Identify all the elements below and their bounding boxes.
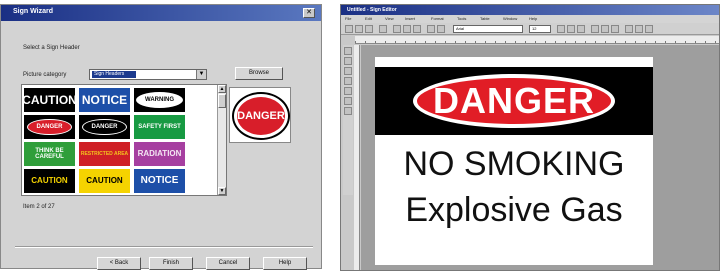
undo-icon[interactable]: [427, 25, 435, 33]
tile-label: RADIATION: [137, 149, 182, 158]
close-icon[interactable]: ✕: [303, 8, 315, 18]
copy-icon[interactable]: [403, 25, 411, 33]
sign-header-tile[interactable]: DANGER: [24, 115, 75, 139]
item-count: Item 2 of 27: [23, 204, 55, 210]
align-center-icon[interactable]: [601, 25, 609, 33]
sign-header-band[interactable]: DANGER: [375, 67, 653, 135]
font-name-input[interactable]: Arial: [453, 25, 523, 33]
sign-wizard-dialog: Sign Wizard ✕ Select a Sign Header Pictu…: [0, 4, 322, 270]
zoom-tool-icon[interactable]: [344, 107, 352, 115]
toolbar: Arial 12: [341, 23, 719, 35]
tile-label: CAUTION: [24, 93, 75, 107]
redo-icon[interactable]: [437, 25, 445, 33]
tile-label: DANGER: [82, 119, 127, 135]
pointer-tool-icon[interactable]: [344, 47, 352, 55]
tile-label: CAUTION: [31, 176, 68, 185]
sign-editor-window: Untitled - Sign Editor File Edit View Inser…: [340, 4, 720, 271]
wizard-instruction: Select a Sign Header: [23, 45, 80, 51]
horizontal-ruler: [355, 36, 719, 44]
font-color-icon[interactable]: [645, 25, 653, 33]
menu-bar: File Edit View Insert Format Tools Table Window…: [341, 15, 719, 23]
tile-label: SAFETY FIRST: [138, 124, 181, 130]
cut-icon[interactable]: [393, 25, 401, 33]
tile-label: THINK BE CAREFUL: [35, 148, 64, 160]
scroll-thumb[interactable]: [218, 94, 226, 108]
fill-color-icon[interactable]: [625, 25, 633, 33]
tile-label: NOTICE: [81, 93, 128, 107]
sign-header-tile[interactable]: WARNING: [134, 88, 185, 112]
save-icon[interactable]: [365, 25, 373, 33]
menu-window[interactable]: Window: [503, 16, 517, 21]
print-icon[interactable]: [379, 25, 387, 33]
dialog-title-bar[interactable]: Sign Wizard ✕: [1, 5, 321, 21]
sign-header-tile[interactable]: CAUTION: [79, 169, 130, 193]
line-color-icon[interactable]: [635, 25, 643, 33]
sign-header-tile[interactable]: RADIATION: [134, 142, 185, 166]
menu-help[interactable]: Help: [529, 16, 537, 21]
sign-line-2[interactable]: Explosive Gas: [375, 191, 653, 230]
tool-palette: [343, 45, 353, 195]
tile-label: RESTRICTED AREA: [80, 150, 129, 157]
scroll-up-icon[interactable]: ▲: [218, 85, 226, 93]
sign-header-gallery[interactable]: CAUTION NOTICE WARNING DANGER DANGER SAFETY F…: [21, 84, 227, 196]
menu-file[interactable]: File: [345, 16, 351, 21]
tile-label: WARNING: [136, 92, 183, 108]
divider: [15, 246, 313, 248]
sign-header-tile[interactable]: CAUTION: [24, 88, 75, 112]
menu-insert[interactable]: Insert: [405, 16, 415, 21]
menu-table[interactable]: Table: [480, 16, 490, 21]
tile-label: CAUTION: [86, 176, 123, 185]
sign-preview: DANGER: [229, 87, 291, 143]
bold-icon[interactable]: [557, 25, 565, 33]
preview-danger-badge: DANGER: [234, 94, 288, 138]
new-icon[interactable]: [345, 25, 353, 33]
finish-button[interactable]: Finish: [149, 257, 193, 270]
tile-label: NOTICE: [140, 175, 179, 186]
editor-title: Untitled - Sign Editor: [347, 7, 397, 13]
menu-tools[interactable]: Tools: [457, 16, 466, 21]
sign-header-tile[interactable]: CAUTION: [24, 169, 75, 193]
menu-edit[interactable]: Edit: [365, 16, 372, 21]
tile-label: DANGER: [27, 119, 72, 135]
sign-header-tile[interactable]: NOTICE: [134, 169, 185, 193]
browse-button[interactable]: Browse: [235, 67, 283, 80]
category-value: Sign Headers: [92, 71, 136, 78]
back-button[interactable]: < Back: [97, 257, 141, 270]
menu-view[interactable]: View: [385, 16, 394, 21]
ellipse-tool-icon[interactable]: [344, 87, 352, 95]
dialog-title: Sign Wizard: [13, 8, 53, 15]
menu-format[interactable]: Format: [431, 16, 444, 21]
sign-page[interactable]: DANGER NO SMOKING Explosive Gas: [375, 57, 653, 265]
sign-header-text: DANGER: [432, 80, 595, 121]
editor-title-bar[interactable]: Untitled - Sign Editor: [341, 5, 719, 15]
align-left-icon[interactable]: [591, 25, 599, 33]
underline-icon[interactable]: [577, 25, 585, 33]
sign-header-tile[interactable]: SAFETY FIRST: [134, 115, 185, 139]
align-right-icon[interactable]: [611, 25, 619, 33]
sign-header-tile[interactable]: RESTRICTED AREA: [79, 142, 130, 166]
chevron-down-icon[interactable]: ▼: [196, 70, 206, 79]
open-icon[interactable]: [355, 25, 363, 33]
vertical-ruler: [354, 45, 360, 270]
sign-header-tile[interactable]: THINK BE CAREFUL: [24, 142, 75, 166]
category-label: Picture category: [23, 72, 67, 78]
text-tool-icon[interactable]: [344, 57, 352, 65]
italic-icon[interactable]: [567, 25, 575, 33]
rectangle-tool-icon[interactable]: [344, 77, 352, 85]
help-button[interactable]: Help: [263, 257, 307, 270]
danger-oval: DANGER: [413, 74, 615, 128]
cancel-button[interactable]: Cancel: [206, 257, 250, 270]
category-select[interactable]: Sign Headers ▼: [89, 69, 207, 80]
paste-icon[interactable]: [413, 25, 421, 33]
gallery-scrollbar[interactable]: ▲ ▼: [217, 85, 226, 195]
font-size-input[interactable]: 12: [529, 25, 551, 33]
picture-tool-icon[interactable]: [344, 97, 352, 105]
sign-header-tile[interactable]: DANGER: [79, 115, 130, 139]
scroll-down-icon[interactable]: ▼: [218, 187, 226, 195]
line-tool-icon[interactable]: [344, 67, 352, 75]
sign-header-tile[interactable]: NOTICE: [79, 88, 130, 112]
editor-canvas[interactable]: DANGER NO SMOKING Explosive Gas: [361, 45, 719, 270]
sign-line-1[interactable]: NO SMOKING: [375, 145, 653, 184]
